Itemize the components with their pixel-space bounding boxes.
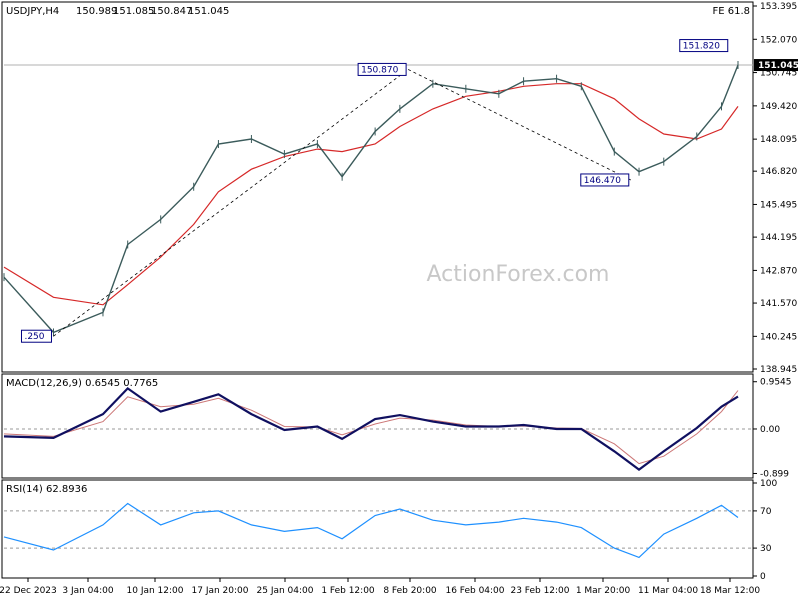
- x-tick-label: 1 Feb 12:00: [321, 586, 375, 596]
- ohlc-open: 150.989: [76, 6, 117, 17]
- symbol-label: USDJPY,H4: [6, 6, 59, 17]
- price-tick-label: 149.420: [760, 102, 797, 112]
- ohlc-low: 150.847: [151, 6, 192, 17]
- x-tick-label: 23 Feb 12:00: [510, 586, 569, 596]
- watermark: ActionForex.com: [427, 262, 610, 287]
- chart-root: USDJPY,H4 150.989 151.085 150.847 151.04…: [0, 0, 800, 600]
- price-tick-label: 146.820: [760, 167, 797, 177]
- x-tick-label: 10 Jan 12:00: [127, 586, 184, 596]
- rsi-title: RSI(14) 62.8936: [6, 484, 87, 495]
- rsi-tick-label: 30: [760, 544, 772, 554]
- macd-title: MACD(12,26,9) 0.6545 0.7765: [6, 378, 158, 389]
- price-annotation-label: .250: [24, 332, 44, 342]
- price-tick-label: 141.570: [760, 299, 797, 309]
- rsi-tick-label: 70: [760, 507, 772, 517]
- x-tick-label: 1 Mar 20:00: [576, 586, 631, 596]
- fe-label: FE 61.8: [712, 6, 750, 17]
- ohlc-close: 151.045: [188, 6, 229, 17]
- current-price-label: 151.045: [758, 61, 799, 71]
- macd-tick-label: 0.00: [760, 425, 780, 435]
- macd-tick-label: 0.9545: [760, 378, 792, 388]
- price-tick-label: 144.195: [760, 233, 797, 243]
- chart-svg: USDJPY,H4 150.989 151.085 150.847 151.04…: [0, 0, 800, 600]
- x-tick-label: 11 Mar 04:00: [638, 586, 698, 596]
- price-tick-label: 142.870: [760, 266, 797, 276]
- price-tick-label: 140.245: [760, 332, 797, 342]
- x-tick-label: 3 Jan 04:00: [62, 586, 114, 596]
- x-tick-label: 25 Jan 04:00: [257, 586, 314, 596]
- x-tick-label: 22 Dec 2023: [0, 586, 57, 596]
- macd-tick-label: -0.899: [760, 469, 789, 479]
- ohlc-high: 151.085: [113, 6, 154, 17]
- rsi-tick-label: 0: [760, 572, 766, 582]
- price-tick-label: 138.945: [760, 365, 797, 375]
- price-tick-label: 152.070: [760, 35, 797, 45]
- x-tick-label: 8 Feb 20:00: [383, 586, 437, 596]
- price-tick-label: 145.495: [760, 200, 797, 210]
- price-annotation-label: 146.470: [584, 176, 621, 186]
- price-annotation-label: 151.820: [683, 42, 720, 52]
- x-tick-label: 16 Feb 04:00: [445, 586, 504, 596]
- price-tick-label: 153.395: [760, 2, 797, 12]
- price-annotation-label: 150.870: [361, 65, 398, 75]
- price-tick-label: 148.095: [760, 135, 797, 145]
- rsi-tick-label: 100: [760, 479, 777, 489]
- x-tick-label: 17 Jan 20:00: [192, 586, 249, 596]
- x-tick-label: 18 Mar 12:00: [700, 586, 760, 596]
